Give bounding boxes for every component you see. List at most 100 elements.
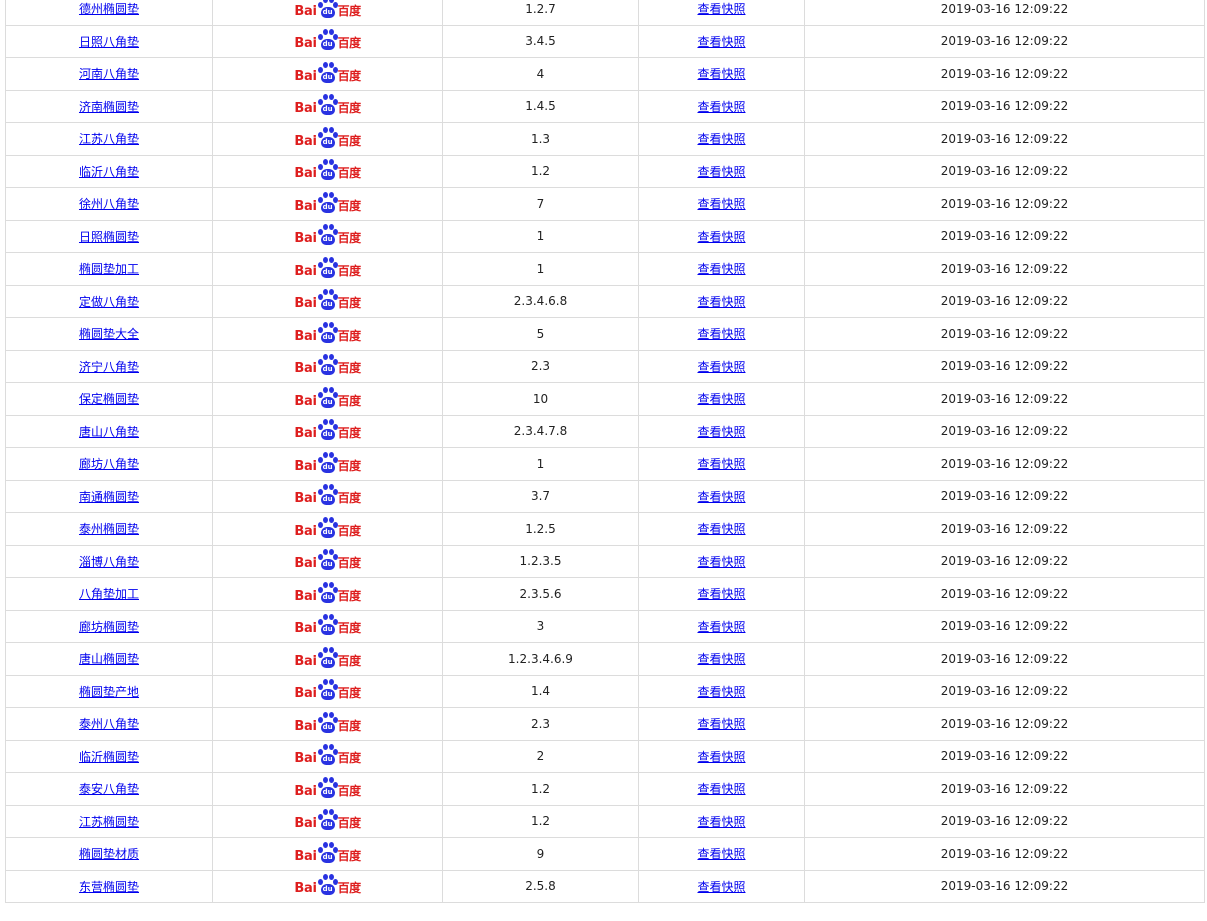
keyword-link[interactable]: 临沂八角垫 — [79, 165, 139, 179]
keyword-link[interactable]: 临沂椭圆垫 — [79, 750, 139, 764]
keyword-link[interactable]: 泰州椭圆垫 — [79, 522, 139, 536]
view-snapshot-link[interactable]: 查看快照 — [697, 295, 745, 309]
engine-cell: Bai du 百度 — [212, 154, 443, 188]
view-snapshot-link[interactable]: 查看快照 — [697, 652, 745, 666]
view-snapshot-link[interactable]: 查看快照 — [697, 2, 745, 16]
view-snapshot-link[interactable]: 查看快照 — [697, 555, 745, 569]
view-snapshot-link[interactable]: 查看快照 — [697, 327, 745, 341]
keyword-link[interactable]: 河南八角垫 — [79, 67, 139, 81]
view-snapshot-link[interactable]: 查看快照 — [697, 587, 745, 601]
view-snapshot-link[interactable]: 查看快照 — [697, 880, 745, 894]
baidu-logo-bai-text: Bai — [294, 686, 317, 702]
table-row: 河南八角垫 Bai du 百度 4 查看快照 2019-03-16 12:09: — [5, 57, 1205, 91]
view-snapshot-link[interactable]: 查看快照 — [697, 392, 745, 406]
snapshot-cell: 查看快照 — [638, 837, 805, 871]
keyword-link[interactable]: 八角垫加工 — [79, 587, 139, 601]
rank-cell: 1.4.5 — [442, 89, 639, 123]
keyword-link[interactable]: 日照椭圆垫 — [79, 230, 139, 244]
time-cell: 2019-03-16 12:09:22 — [804, 252, 1205, 286]
view-snapshot-link[interactable]: 查看快照 — [697, 165, 745, 179]
view-snapshot-link[interactable]: 查看快照 — [697, 425, 745, 439]
keyword-link[interactable]: 南通椭圆垫 — [79, 490, 139, 504]
view-snapshot-link[interactable]: 查看快照 — [697, 100, 745, 114]
baidu-paw-icon: du — [317, 419, 338, 441]
keyword-link[interactable]: 椭圆垫材质 — [79, 847, 139, 861]
keyword-link[interactable]: 定做八角垫 — [79, 295, 139, 309]
keyword-link[interactable]: 淄博八角垫 — [79, 555, 139, 569]
baidu-logo-icon: Bai du 百度 — [294, 808, 361, 831]
time-cell: 2019-03-16 12:09:22 — [804, 512, 1205, 546]
table-row: 椭圆垫加工 Bai du 百度 1 查看快照 2019-03-16 12:09: — [5, 252, 1205, 286]
engine-cell: Bai du 百度 — [212, 317, 443, 351]
view-snapshot-link[interactable]: 查看快照 — [697, 620, 745, 634]
view-snapshot-link[interactable]: 查看快照 — [697, 522, 745, 536]
view-snapshot-link[interactable]: 查看快照 — [697, 35, 745, 49]
keyword-cell: 泰州椭圆垫 — [5, 512, 213, 546]
view-snapshot-link[interactable]: 查看快照 — [697, 717, 745, 731]
baidu-paw-du-text: du — [320, 331, 335, 343]
baidu-logo-icon: Bai du 百度 — [294, 581, 361, 604]
snapshot-cell: 查看快照 — [638, 187, 805, 221]
keyword-link[interactable]: 椭圆垫大全 — [79, 327, 139, 341]
keyword-link[interactable]: 日照八角垫 — [79, 35, 139, 49]
view-snapshot-link[interactable]: 查看快照 — [697, 847, 745, 861]
keyword-link[interactable]: 椭圆垫加工 — [79, 262, 139, 276]
view-snapshot-link[interactable]: 查看快照 — [697, 360, 745, 374]
baidu-paw-icon: du — [317, 679, 338, 701]
baidu-paw-icon: du — [317, 0, 338, 18]
rank-cell: 1.2.5 — [442, 512, 639, 546]
keyword-link[interactable]: 江苏八角垫 — [79, 132, 139, 146]
keyword-link[interactable]: 泰州八角垫 — [79, 717, 139, 731]
table-row: 椭圆垫产地 Bai du 百度 1.4 查看快照 2019-03-16 12:0 — [5, 674, 1205, 708]
view-snapshot-link[interactable]: 查看快照 — [697, 262, 745, 276]
rank-value: 2.3.4.6.8 — [513, 294, 568, 309]
update-time: 2019-03-16 12:09:22 — [940, 586, 1069, 601]
keyword-link[interactable]: 泰安八角垫 — [79, 782, 139, 796]
keyword-cell: 八角垫加工 — [5, 577, 213, 611]
view-snapshot-link[interactable]: 查看快照 — [697, 685, 745, 699]
keyword-link[interactable]: 江苏椭圆垫 — [79, 815, 139, 829]
baidu-logo-bai-text: Bai — [294, 166, 317, 182]
view-snapshot-link[interactable]: 查看快照 — [697, 67, 745, 81]
view-snapshot-link[interactable]: 查看快照 — [697, 815, 745, 829]
update-time: 2019-03-16 12:09:22 — [940, 164, 1069, 179]
keyword-link[interactable]: 廊坊椭圆垫 — [79, 620, 139, 634]
baidu-logo-cn-text: 百度 — [337, 881, 362, 896]
view-snapshot-link[interactable]: 查看快照 — [697, 782, 745, 796]
keyword-link[interactable]: 唐山八角垫 — [79, 425, 139, 439]
rank-cell: 2 — [442, 739, 639, 773]
keyword-link[interactable]: 东营椭圆垫 — [79, 880, 139, 894]
baidu-logo-icon: Bai du 百度 — [294, 678, 361, 702]
keyword-cell: 定做八角垫 — [5, 284, 213, 318]
keyword-link[interactable]: 椭圆垫产地 — [79, 685, 139, 699]
view-snapshot-link[interactable]: 查看快照 — [697, 490, 745, 504]
table-row: 济宁八角垫 Bai du 百度 2.3 查看快照 2019-03-16 12:0 — [5, 349, 1205, 383]
baidu-paw-icon: du — [317, 581, 338, 603]
keyword-link[interactable]: 德州椭圆垫 — [79, 2, 139, 16]
keyword-link[interactable]: 廊坊八角垫 — [79, 457, 139, 471]
baidu-logo-bai-text: Bai — [294, 556, 317, 572]
baidu-logo-icon: Bai du 百度 — [294, 418, 361, 441]
keyword-cell: 泰州八角垫 — [5, 707, 213, 741]
view-snapshot-link[interactable]: 查看快照 — [697, 197, 745, 211]
rank-value: 5 — [536, 326, 545, 341]
baidu-logo-icon: Bai du 百度 — [294, 353, 361, 376]
view-snapshot-link[interactable]: 查看快照 — [697, 132, 745, 146]
baidu-logo-bai-text: Bai — [294, 523, 317, 539]
engine-cell: Bai du 百度 — [212, 674, 443, 708]
keyword-link[interactable]: 济宁八角垫 — [79, 360, 139, 374]
baidu-logo-cn-text: 百度 — [337, 751, 362, 766]
time-cell: 2019-03-16 12:09:22 — [804, 24, 1205, 58]
view-snapshot-link[interactable]: 查看快照 — [697, 750, 745, 764]
keyword-link[interactable]: 唐山椭圆垫 — [79, 652, 139, 666]
time-cell: 2019-03-16 12:09:22 — [804, 284, 1205, 318]
keyword-link[interactable]: 保定椭圆垫 — [79, 392, 139, 406]
baidu-logo-bai-text: Bai — [294, 588, 317, 604]
keyword-link[interactable]: 徐州八角垫 — [79, 197, 139, 211]
baidu-logo-cn-text: 百度 — [337, 198, 362, 213]
keyword-cell: 泰安八角垫 — [5, 772, 213, 806]
time-cell: 2019-03-16 12:09:22 — [804, 609, 1205, 643]
view-snapshot-link[interactable]: 查看快照 — [697, 230, 745, 244]
view-snapshot-link[interactable]: 查看快照 — [697, 457, 745, 471]
keyword-link[interactable]: 济南椭圆垫 — [79, 100, 139, 114]
